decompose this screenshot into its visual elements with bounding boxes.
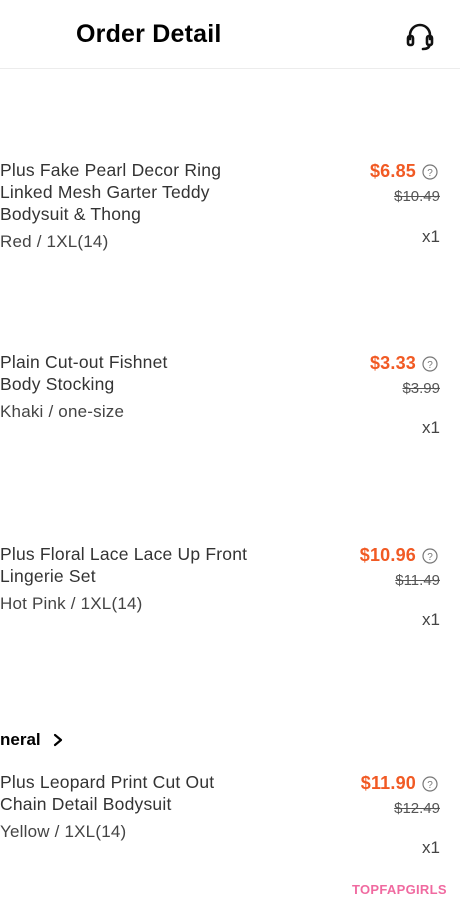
headset-icon[interactable] — [404, 20, 436, 52]
item-original-price: $3.99 — [402, 380, 440, 397]
info-icon[interactable]: ? — [422, 355, 438, 372]
item-original-price: $12.49 — [394, 800, 440, 817]
item-quantity: x1 — [422, 227, 440, 246]
item-name: Plain Cut-out Fishnet Body Stocking — [0, 352, 168, 394]
item-variant: Yellow / 1XL(14) — [0, 822, 127, 841]
order-item[interactable]: Plus Floral Lace Lace Up Front Lingerie … — [0, 543, 460, 653]
info-icon[interactable]: ? — [422, 163, 438, 180]
item-quantity: x1 — [422, 418, 440, 437]
item-variant: Red / 1XL(14) — [0, 232, 109, 251]
item-name: Plus Leopard Print Cut Out Chain Detail … — [0, 772, 215, 814]
info-icon[interactable]: ? — [422, 547, 438, 564]
svg-text:?: ? — [427, 780, 433, 791]
item-name: Plus Fake Pearl Decor Ring Linked Mesh G… — [0, 160, 222, 224]
order-item[interactable]: Plain Cut-out Fishnet Body Stocking Khak… — [0, 351, 460, 461]
item-variant: Khaki / one-size — [0, 402, 125, 421]
store-name: neral — [0, 730, 41, 749]
watermark: TOPFAPGIRLS — [352, 882, 447, 897]
order-item[interactable]: Plus Fake Pearl Decor Ring Linked Mesh G… — [0, 159, 460, 269]
info-icon[interactable]: ? — [422, 775, 438, 792]
item-price: $10.96 — [359, 545, 416, 565]
page-title: Order Detail — [76, 20, 222, 48]
item-original-price: $10.49 — [394, 188, 440, 205]
svg-text:?: ? — [427, 552, 433, 563]
chevron-right-icon — [53, 733, 62, 747]
store-link[interactable]: neral — [0, 728, 65, 752]
svg-text:?: ? — [427, 360, 433, 371]
header-bar: Order Detail — [0, 0, 460, 69]
item-price: $3.33 — [369, 353, 416, 373]
item-original-price: $11.49 — [395, 572, 440, 589]
item-quantity: x1 — [422, 838, 440, 857]
item-price: $6.85 — [369, 161, 416, 181]
item-quantity: x1 — [422, 610, 440, 629]
item-name: Plus Floral Lace Lace Up Front Lingerie … — [0, 544, 248, 586]
item-variant: Hot Pink / 1XL(14) — [0, 594, 143, 613]
svg-text:?: ? — [427, 168, 433, 179]
order-item[interactable]: Plus Leopard Print Cut Out Chain Detail … — [0, 771, 460, 881]
item-price: $11.90 — [360, 773, 416, 793]
